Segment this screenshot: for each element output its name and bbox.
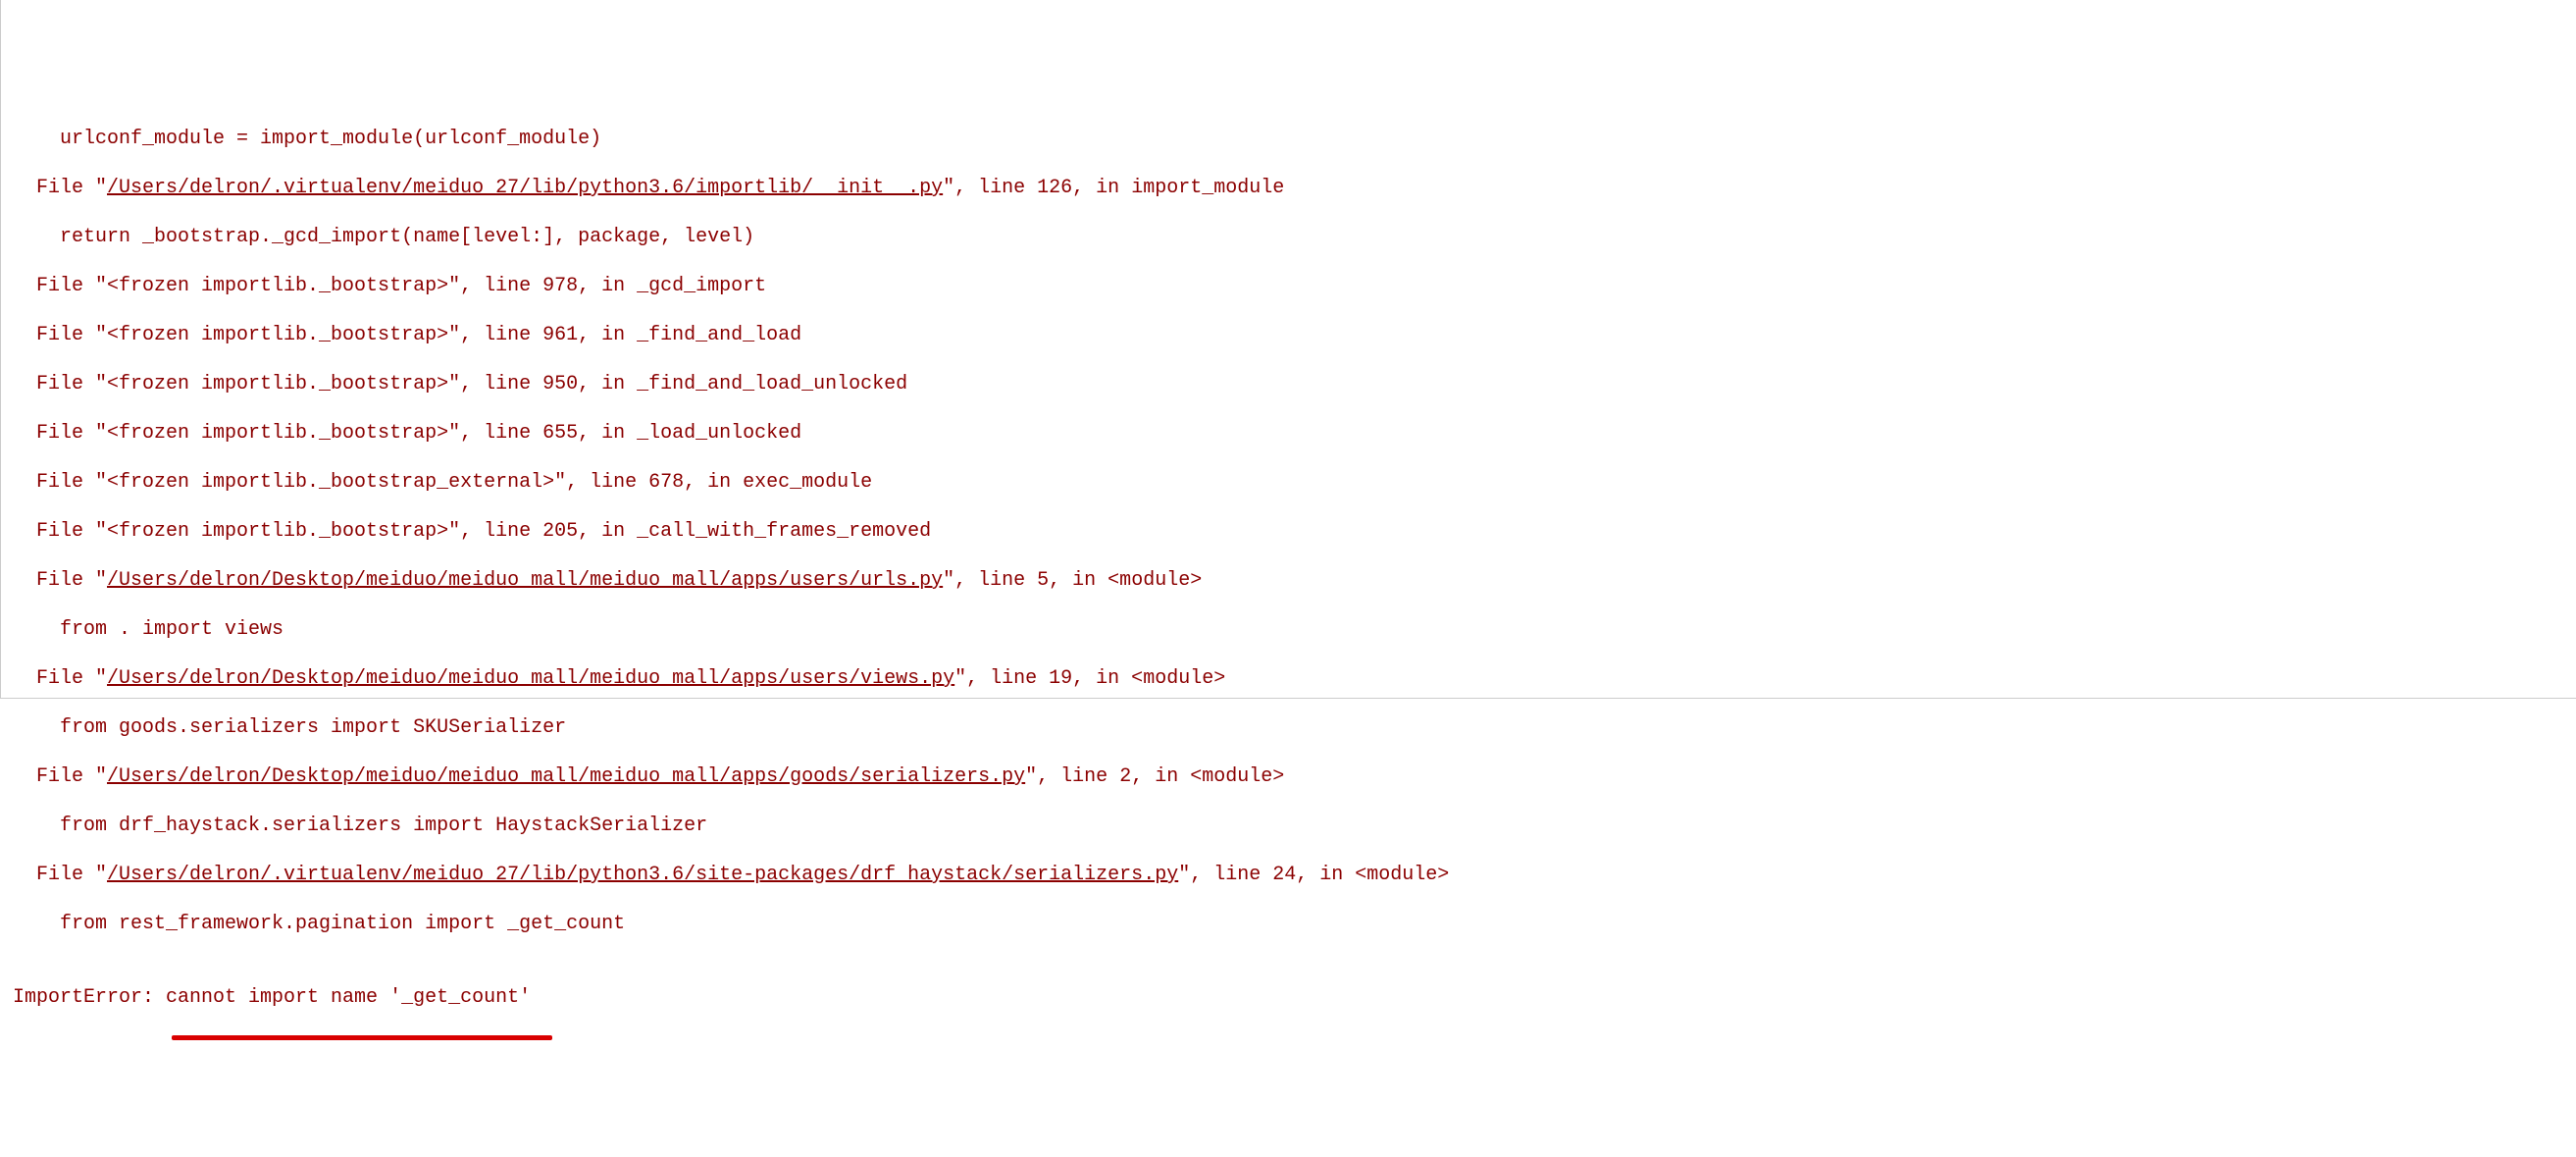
trace-line: from . import views — [13, 617, 2576, 642]
trace-file-line: File "/Users/delron/.virtualenv/meiduo_2… — [13, 863, 2576, 887]
trace-line: urlconf_module = import_module(urlconf_m… — [13, 127, 2576, 151]
traceback-output: urlconf_module = import_module(urlconf_m… — [13, 102, 2576, 1034]
file-link[interactable]: /Users/delron/.virtualenv/meiduo_27/lib/… — [107, 864, 1178, 886]
error-line-container: ImportError: cannot import name '_get_co… — [13, 961, 531, 1034]
trace-file-line: File "/Users/delron/Desktop/meiduo/meidu… — [13, 764, 2576, 789]
trace-line: File "<frozen importlib._bootstrap>", li… — [13, 372, 2576, 396]
file-link[interactable]: /Users/delron/Desktop/meiduo/meiduo_mall… — [107, 569, 943, 592]
trace-file-line: File "/Users/delron/.virtualenv/meiduo_2… — [13, 176, 2576, 200]
trace-line: from drf_haystack.serializers import Hay… — [13, 814, 2576, 838]
file-link[interactable]: /Users/delron/.virtualenv/meiduo_27/lib/… — [107, 177, 943, 199]
trace-line: return _bootstrap._gcd_import(name[level… — [13, 225, 2576, 249]
trace-line: from rest_framework.pagination import _g… — [13, 912, 2576, 936]
trace-line: File "<frozen importlib._bootstrap>", li… — [13, 274, 2576, 298]
file-link[interactable]: /Users/delron/Desktop/meiduo/meiduo_mall… — [107, 765, 1025, 788]
trace-line: File "<frozen importlib._bootstrap>", li… — [13, 323, 2576, 347]
trace-file-line: File "/Users/delron/Desktop/meiduo/meidu… — [13, 568, 2576, 593]
trace-line: File "<frozen importlib._bootstrap_exter… — [13, 470, 2576, 495]
error-highlight-underline — [172, 1035, 552, 1040]
trace-line: File "<frozen importlib._bootstrap>", li… — [13, 519, 2576, 544]
trace-line: from goods.serializers import SKUSeriali… — [13, 715, 2576, 740]
import-error-line: ImportError: cannot import name '_get_co… — [13, 986, 531, 1009]
trace-file-line: File "/Users/delron/Desktop/meiduo/meidu… — [13, 666, 2576, 691]
file-link[interactable]: /Users/delron/Desktop/meiduo/meiduo_mall… — [107, 667, 954, 690]
trace-line: File "<frozen importlib._bootstrap>", li… — [13, 421, 2576, 446]
